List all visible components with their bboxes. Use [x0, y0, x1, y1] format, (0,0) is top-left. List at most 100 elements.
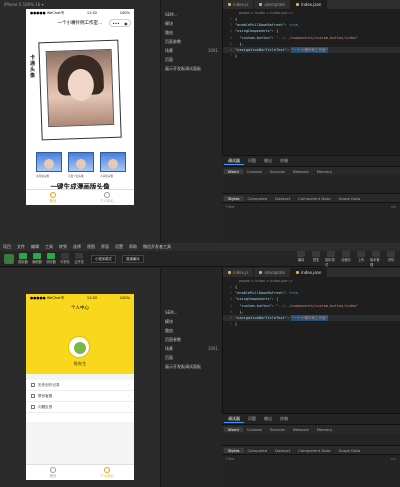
tab-styles[interactable]: Styles: [224, 195, 244, 201]
tab-scope-data[interactable]: Scope Data: [334, 196, 364, 201]
debugger-toggle[interactable]: 调试器: [45, 253, 57, 264]
menu-item[interactable]: 转到: [56, 244, 70, 250]
panel-wxml[interactable]: Wxml: [224, 168, 243, 174]
compile-select[interactable]: 普通编译: [121, 254, 144, 263]
editor-tab-active[interactable]: index.json: [291, 0, 328, 9]
tab-home[interactable]: 首页: [26, 465, 80, 480]
panel-row[interactable]: 路由: [161, 28, 222, 37]
tab-terminal[interactable]: 终端: [276, 416, 292, 422]
panel-row[interactable]: 场景 1001: [161, 344, 222, 353]
capsule-menu[interactable]: ••• ◉: [109, 19, 131, 27]
cls-toggle[interactable]: .cls: [390, 205, 396, 209]
tab-issues[interactable]: 问题: [244, 416, 260, 422]
tab-profile[interactable]: 个人中心: [80, 465, 134, 480]
filter-input[interactable]: Filter: [226, 205, 235, 209]
tab-dataset[interactable]: Dataset: [271, 448, 294, 453]
editor-tab[interactable]: index.js: [223, 0, 255, 9]
remote-debug-button[interactable]: 真机调试: [325, 250, 337, 267]
panel-console[interactable]: Console: [243, 169, 266, 174]
tab-dataset[interactable]: Dataset: [271, 196, 294, 201]
panel-memory[interactable]: Memory: [313, 169, 336, 174]
thumb-2[interactable]: [68, 152, 94, 172]
editor-tab[interactable]: utemplate: [254, 268, 292, 277]
debug-panel-toggle[interactable]: 展示开发板调试面板: [161, 64, 222, 73]
editor-toggle[interactable]: 编辑器: [31, 253, 43, 264]
compile-button[interactable]: 编译: [295, 250, 307, 267]
menu-feedback[interactable]: 问题反馈 ›: [26, 402, 134, 413]
tab-styles[interactable]: Styles: [224, 447, 244, 453]
panel-network[interactable]: Network: [289, 427, 313, 432]
menu-item[interactable]: 帮助: [126, 244, 140, 250]
home-icon: [50, 191, 56, 198]
cls-toggle[interactable]: .cls: [390, 457, 396, 461]
panel-sources[interactable]: Sources: [266, 427, 289, 432]
menu-item[interactable]: 文件: [14, 244, 28, 250]
panel-network[interactable]: Network: [289, 169, 313, 174]
tab-issues[interactable]: 问题: [244, 158, 260, 164]
upload-button[interactable]: 上传: [355, 250, 367, 267]
filter-input[interactable]: Filter: [226, 457, 235, 461]
menu-history[interactable]: 历史创作记录 ›: [26, 380, 134, 391]
panel-console[interactable]: Console: [243, 427, 266, 432]
editor-tab-active[interactable]: index.json: [291, 268, 328, 277]
device-selector[interactable]: iPhone 5 100% 16 ▾: [4, 2, 44, 7]
tab-component-data[interactable]: Component Data: [294, 196, 334, 201]
user-avatar[interactable]: [68, 336, 90, 358]
tab-output[interactable]: 输出: [260, 416, 276, 422]
tab-output[interactable]: 输出: [260, 158, 276, 164]
panel-row[interactable]: 模块: [161, 317, 222, 326]
preview-button[interactable]: 预览: [310, 250, 322, 267]
debug-panel-toggle[interactable]: 展示开发板调试面板: [161, 362, 222, 371]
panel-row[interactable]: 场景 1001: [161, 46, 222, 55]
avatar[interactable]: [4, 253, 14, 264]
tab-terminal[interactable]: 终端: [276, 158, 292, 164]
panel-sources[interactable]: Sources: [266, 169, 289, 174]
code-lines[interactable]: 1{ 2 "enablePullDownRefresh": true, 3 "u…: [223, 284, 400, 327]
cloud-button[interactable]: 云开发: [73, 253, 85, 264]
version-button[interactable]: 版本管理: [370, 250, 382, 267]
menu-item[interactable]: 工具: [42, 244, 56, 250]
tab-debugger[interactable]: 调试器: [224, 416, 244, 423]
panel-row[interactable]: 页面参数: [161, 335, 222, 344]
menu-item[interactable]: 界面: [98, 244, 112, 250]
panel-row[interactable]: 页面: [161, 353, 222, 362]
clear-cache-button[interactable]: 清缓存: [340, 250, 352, 267]
tab-profile[interactable]: 个人中心: [80, 190, 134, 205]
toolbar-actions: 编译 预览 真机调试 清缓存 上传 版本管理 详情: [295, 250, 400, 267]
tab-debugger[interactable]: 调试器: [224, 158, 244, 165]
menu-item[interactable]: 设置: [112, 244, 126, 250]
menu-item[interactable]: 视图: [84, 244, 98, 250]
panel-row[interactable]: 路由: [161, 326, 222, 335]
tab-computed[interactable]: Computed: [244, 196, 272, 201]
panel-row[interactable]: 页面: [161, 55, 222, 64]
panel-header: SEM...: [165, 12, 178, 17]
filter-bar[interactable]: Filter .cls: [222, 454, 400, 462]
panel-memory[interactable]: Memory: [313, 427, 336, 432]
thumb-1[interactable]: [36, 152, 62, 172]
menu-item[interactable]: 微信开发者工具: [140, 244, 174, 250]
tab-scope-data[interactable]: Scope Data: [334, 448, 364, 453]
simulator-toggle[interactable]: 模拟器: [17, 253, 29, 264]
tab-home[interactable]: 首页: [26, 190, 80, 205]
poster-frame[interactable]: [38, 39, 122, 141]
menu-item[interactable]: 选择: [70, 244, 84, 250]
menu-item[interactable]: 项目: [0, 244, 14, 250]
editor-tab[interactable]: index.js: [223, 268, 255, 277]
thumb-3[interactable]: [100, 152, 126, 172]
tab-component-data[interactable]: Component Data: [294, 448, 334, 453]
tab-computed[interactable]: Computed: [244, 448, 272, 453]
more-icon[interactable]: •••: [112, 21, 119, 26]
filter-bar[interactable]: Filter .cls: [222, 202, 400, 210]
close-mini-icon[interactable]: ◉: [124, 21, 128, 26]
code-lines[interactable]: 1{ 2 "enablePullDownRefresh": true, 3 "u…: [223, 16, 400, 59]
mode-select[interactable]: 小程序模式: [91, 254, 116, 263]
visual-toggle[interactable]: 可视化: [59, 253, 71, 264]
thumb-label-2: 可爱少女头像: [68, 175, 84, 178]
details-button[interactable]: 详情: [385, 250, 397, 267]
menu-item[interactable]: 编辑: [28, 244, 42, 250]
editor-tab[interactable]: utemplate: [254, 0, 292, 9]
panel-wxml[interactable]: Wxml: [224, 426, 243, 432]
panel-row[interactable]: 页面参数: [161, 37, 222, 46]
panel-row[interactable]: 模块: [161, 19, 222, 28]
menu-service[interactable]: 联系客服 ›: [26, 391, 134, 402]
